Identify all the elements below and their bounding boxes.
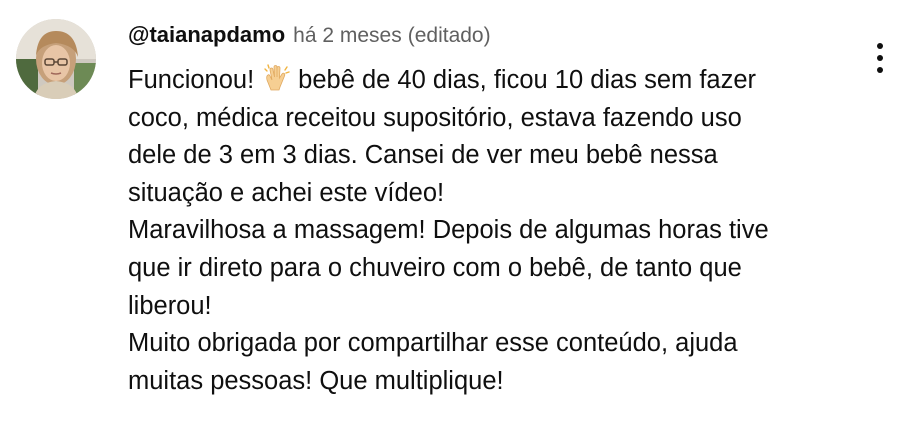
comment-line: muitas pessoas! Que multiplique! xyxy=(128,366,504,395)
comment-line: situação e achei este vídeo! xyxy=(128,178,445,207)
comment-body: @taianapdamo há 2 meses (editado) Funcion… xyxy=(128,22,868,400)
raising-hands-emoji-icon xyxy=(262,63,292,93)
comment-line: Funcionou! bebê de 40 dias, ficou 10 dia… xyxy=(128,62,868,100)
comment-line: Muito obrigada por compartilhar esse con… xyxy=(128,329,738,358)
author-name[interactable]: @taianapdamo xyxy=(128,22,285,48)
comment-text: Funcionou! bebê de 40 dias, ficou 10 dia… xyxy=(128,62,868,400)
more-vertical-icon xyxy=(877,43,883,73)
comment-line: dele de 3 em 3 dias. Cansei de ver meu b… xyxy=(128,141,718,170)
author-avatar[interactable] xyxy=(16,19,96,99)
comment-line: Maravilhosa a massagem! Depois de alguma… xyxy=(128,216,769,245)
comment-thread: @taianapdamo há 2 meses (editado) Funcion… xyxy=(0,0,918,434)
comment-timestamp[interactable]: há 2 meses xyxy=(293,24,402,47)
comment-text-segment: bebê de 40 dias, ficou 10 dias sem fazer xyxy=(298,66,757,94)
comment-action-menu-button[interactable] xyxy=(866,38,894,78)
comment-line: que ir direto para o chuveiro com o bebê… xyxy=(128,253,742,282)
comment-line: coco, médica receitou supositório, estav… xyxy=(128,103,742,132)
comment-line: liberou! xyxy=(128,291,212,320)
comment-meta: há 2 meses (editado) xyxy=(293,24,490,48)
comment-text-segment: Funcionou! xyxy=(128,66,255,94)
edited-label: (editado) xyxy=(407,24,491,47)
user-avatar-photo-icon xyxy=(16,19,96,99)
comment-header: @taianapdamo há 2 meses (editado) xyxy=(128,22,868,54)
